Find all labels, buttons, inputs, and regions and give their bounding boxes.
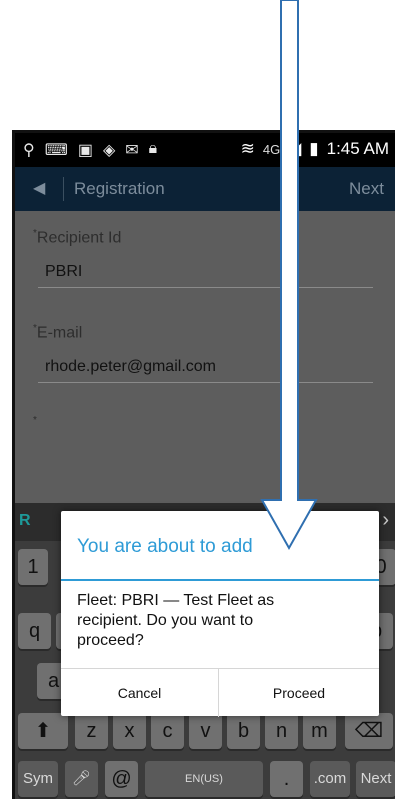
clock: 1:45 AM [326,139,389,158]
battery-icon: ▮ [309,139,319,158]
confirm-dialog: You are about to add Fleet: PBRI — Test … [61,511,379,717]
signal-icon: ◢ [288,139,302,158]
space-key[interactable]: EN(US) [145,761,263,797]
com-key[interactable]: .com [310,761,350,797]
key-b[interactable]: b [227,713,260,749]
gallery-icon: ▣ [77,142,93,159]
next-button[interactable]: Next [349,179,384,199]
status-icons: ⚲ ⌨ ▣ ◈ ✉ 🔒︎ [23,140,157,160]
dialog-message: Fleet: PBRI — Test Fleet as recipient. D… [77,592,275,649]
suggestion-hint[interactable]: R [19,512,31,530]
status-right: ≋ 4G ◢ ▮ 1:45 AM [241,139,389,159]
status-bar: ⚲ ⌨ ▣ ◈ ✉ 🔒︎ ≋ 4G ◢ ▮ 1:45 AM [15,133,395,167]
dialog-title: You are about to add [77,536,253,557]
sms-icon: ✉ [125,142,139,159]
key-1[interactable]: 1 [18,549,48,585]
backspace-icon: ⌫ [354,720,384,742]
email-underline [38,382,373,383]
recipient-id-label-text: Recipient Id [36,229,122,247]
dialog-title-divider [61,579,379,581]
mic-key[interactable]: 🎤︎ [65,761,98,797]
recipient-id-input[interactable]: PBRI [45,263,82,281]
key-q[interactable]: q [18,613,51,649]
keyboard-icon: ⌨ [44,142,68,159]
email-label-text: E-mail [36,324,83,342]
key-x[interactable]: x [113,713,146,749]
next-key[interactable]: Next [356,761,395,797]
shift-icon: ⬆ [34,720,52,742]
key-at[interactable]: @ [105,761,138,797]
dialog-button-row: Cancel Proceed [61,668,379,717]
proceed-button[interactable]: Proceed [219,669,379,717]
chevron-right-icon[interactable]: › [382,509,389,532]
vpn-icon: ◈ [102,142,116,159]
cancel-button[interactable]: Cancel [61,669,218,717]
sym-key[interactable]: Sym [18,761,58,797]
back-arrow-icon[interactable]: ◀ [33,178,45,198]
registration-form: *Recipient Id PBRI *E-mail rhode.peter@g… [15,211,395,511]
location-icon: ⚲ [23,142,35,159]
network-type: 4G [262,141,281,157]
key-m[interactable]: m [303,713,336,749]
key-z[interactable]: z [75,713,108,749]
email-label: *E-mail [33,323,83,342]
third-field-label: * [33,415,37,426]
wifi-icon: ≋ [240,139,255,158]
appbar-divider [63,177,64,201]
page-title: Registration [74,179,165,198]
key-period[interactable]: . [270,761,303,797]
key-n[interactable]: n [265,713,298,749]
recipient-id-label: *Recipient Id [33,228,122,247]
lock-icon: 🔒︎ [148,140,158,157]
key-c[interactable]: c [151,713,184,749]
app-bar: ◀ Registration Next [15,167,395,211]
email-input[interactable]: rhode.peter@gmail.com [45,358,216,376]
microphone-icon: 🎤︎ [71,770,92,787]
shift-key[interactable]: ⬆ [18,713,68,749]
recipient-id-underline [38,287,373,288]
phone-screen: ⚲ ⌨ ▣ ◈ ✉ 🔒︎ ≋ 4G ◢ ▮ 1:45 AM ◀ Registra… [12,130,395,799]
key-v[interactable]: v [189,713,222,749]
backspace-key[interactable]: ⌫ [345,713,393,749]
